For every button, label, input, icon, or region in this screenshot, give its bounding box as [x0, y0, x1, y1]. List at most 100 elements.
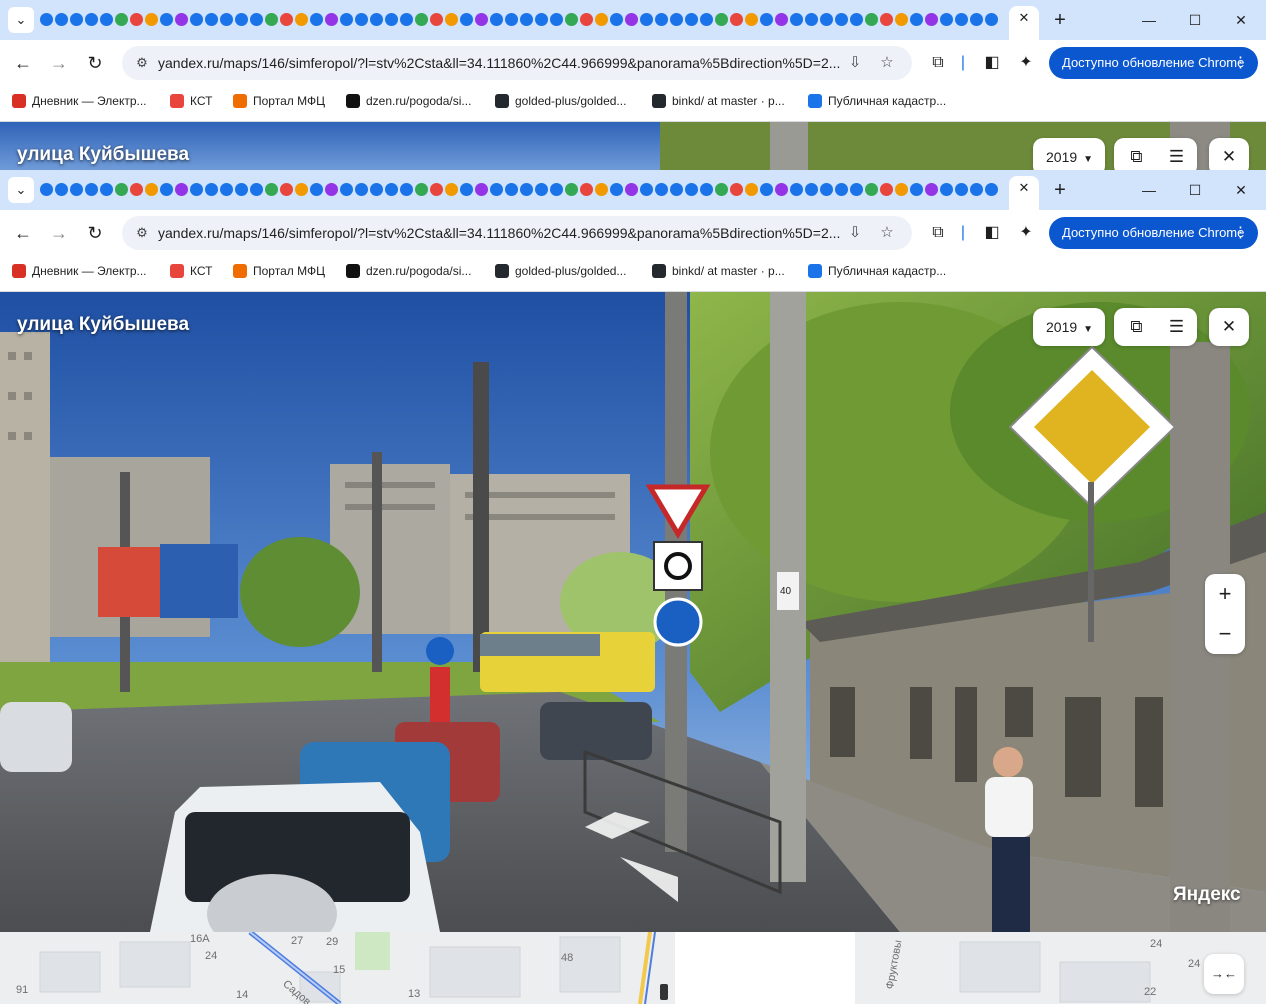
reload-button[interactable]: ↻	[81, 49, 109, 77]
tab-favicon-icon[interactable]	[610, 13, 623, 26]
tab-favicon-icon[interactable]	[955, 183, 968, 196]
minimize-button[interactable]: —	[1126, 6, 1172, 34]
tab-favicon-icon[interactable]	[310, 183, 323, 196]
tab-favicon-icon[interactable]	[250, 183, 263, 196]
tab-favicon-icon[interactable]	[445, 13, 458, 26]
tab-favicon-icon[interactable]	[280, 183, 293, 196]
tab-favicons[interactable]	[40, 181, 1006, 199]
tab-favicon-icon[interactable]	[85, 183, 98, 196]
zoom-in-button[interactable]: +	[1205, 574, 1245, 614]
extensions-icon[interactable]: ⧉	[925, 50, 951, 76]
bookmark-item[interactable]: golded-plus/golded...	[495, 256, 626, 286]
maximize-button[interactable]: ☐	[1172, 6, 1218, 34]
tab-favicon-icon[interactable]	[535, 13, 548, 26]
tab-favicon-icon[interactable]	[55, 13, 68, 26]
tab-favicon-icon[interactable]	[235, 183, 248, 196]
tab-favicon-icon[interactable]	[910, 183, 923, 196]
tab-favicon-icon[interactable]	[790, 13, 803, 26]
tab-favicon-icon[interactable]	[880, 13, 893, 26]
tab-favicons[interactable]	[40, 11, 1006, 29]
tab-favicon-icon[interactable]	[865, 183, 878, 196]
tab-favicon-icon[interactable]	[730, 183, 743, 196]
chrome-update-button[interactable]: Доступно обновление Chrome ⋮	[1049, 217, 1258, 249]
tab-favicon-icon[interactable]	[190, 183, 203, 196]
tab-favicon-icon[interactable]	[820, 13, 833, 26]
tab-search-button[interactable]: ⌄	[8, 177, 34, 203]
tab-favicon-icon[interactable]	[775, 13, 788, 26]
tab-favicon-icon[interactable]	[265, 13, 278, 26]
close-panorama-button[interactable]: ✕	[1209, 308, 1249, 346]
tab-favicon-icon[interactable]	[970, 183, 983, 196]
collapse-map-button[interactable]: →←	[1204, 954, 1244, 994]
bookmark-item[interactable]: Дневник — Электр...	[12, 256, 147, 286]
site-info-icon[interactable]: ⚙	[132, 223, 152, 243]
tab-favicon-icon[interactable]	[640, 183, 653, 196]
tab-favicon-icon[interactable]	[835, 183, 848, 196]
mini-map[interactable]: 16А 24 27 29 15 48 14 13 91 24 24 22 Сад…	[0, 932, 1266, 1004]
tab-favicon-icon[interactable]	[115, 183, 128, 196]
tab-favicon-icon[interactable]	[625, 13, 638, 26]
tab-favicon-icon[interactable]	[955, 13, 968, 26]
tab-favicon-icon[interactable]	[640, 13, 653, 26]
open-external-icon[interactable]: ⧉	[1116, 138, 1157, 170]
tab-favicon-icon[interactable]	[775, 183, 788, 196]
bookmark-item[interactable]: Портал МФЦ	[233, 256, 325, 286]
tab-favicon-icon[interactable]	[310, 13, 323, 26]
tab-favicon-icon[interactable]	[85, 13, 98, 26]
tab-favicon-icon[interactable]	[985, 183, 998, 196]
menu-icon[interactable]: ☰	[1156, 308, 1197, 346]
tab-favicon-icon[interactable]	[100, 13, 113, 26]
tab-favicon-icon[interactable]	[670, 13, 683, 26]
bookmark-item[interactable]: dzen.ru/pogoda/si...	[346, 256, 471, 286]
tab-favicon-icon[interactable]	[760, 13, 773, 26]
address-bar[interactable]: ⚙ yandex.ru/maps/146/simferopol/?l=stv%2…	[122, 46, 912, 80]
open-external-icon[interactable]: ⧉	[1116, 308, 1157, 346]
tab-favicon-icon[interactable]	[505, 13, 518, 26]
tab-favicon-icon[interactable]	[895, 183, 908, 196]
tab-favicon-icon[interactable]	[565, 183, 578, 196]
bookmark-item[interactable]: dzen.ru/pogoda/si...	[346, 86, 471, 116]
tab-favicon-icon[interactable]	[550, 183, 563, 196]
tab-favicon-icon[interactable]	[55, 183, 68, 196]
tab-favicon-icon[interactable]	[595, 183, 608, 196]
tab-favicon-icon[interactable]	[535, 183, 548, 196]
tab-favicon-icon[interactable]	[865, 13, 878, 26]
tab-favicon-icon[interactable]	[820, 183, 833, 196]
tab-favicon-icon[interactable]	[145, 13, 158, 26]
tab-favicon-icon[interactable]	[940, 183, 953, 196]
tab-favicon-icon[interactable]	[340, 13, 353, 26]
tab-favicon-icon[interactable]	[220, 13, 233, 26]
tab-favicon-icon[interactable]	[625, 183, 638, 196]
year-selector[interactable]: 2019 ▼	[1033, 308, 1105, 346]
bookmark-star-icon[interactable]: ☆	[876, 52, 898, 74]
tab-favicon-icon[interactable]	[280, 13, 293, 26]
site-info-icon[interactable]: ⚙	[132, 53, 152, 73]
tab-favicon-icon[interactable]	[925, 13, 938, 26]
tab-favicon-icon[interactable]	[805, 183, 818, 196]
tab-favicon-icon[interactable]	[325, 13, 338, 26]
tab-favicon-icon[interactable]	[250, 13, 263, 26]
tab-favicon-icon[interactable]	[40, 13, 53, 26]
tab-favicon-icon[interactable]	[490, 183, 503, 196]
panorama-view-top[interactable]: улица Куйбышева 2019 ▼ ⧉ ☰ ✕	[0, 122, 1266, 170]
tab-favicon-icon[interactable]	[385, 13, 398, 26]
tab-favicon-icon[interactable]	[100, 183, 113, 196]
tab-favicon-icon[interactable]	[160, 13, 173, 26]
close-panorama-button[interactable]: ✕	[1209, 138, 1249, 170]
tab-favicon-icon[interactable]	[430, 13, 443, 26]
tab-favicon-icon[interactable]	[475, 183, 488, 196]
tab-favicon-icon[interactable]	[130, 13, 143, 26]
tab-favicon-icon[interactable]	[115, 13, 128, 26]
bookmark-item[interactable]: КСТ	[170, 256, 212, 286]
tab-favicon-icon[interactable]	[415, 183, 428, 196]
side-panel-icon[interactable]: ◧	[979, 50, 1005, 76]
tab-favicon-icon[interactable]	[970, 13, 983, 26]
tab-favicon-icon[interactable]	[580, 13, 593, 26]
extensions-icon[interactable]: ⧉	[925, 220, 951, 246]
tab-favicon-icon[interactable]	[565, 13, 578, 26]
tab-favicon-icon[interactable]	[940, 13, 953, 26]
bookmark-item[interactable]: binkd/ at master · p...	[652, 256, 785, 286]
new-tab-button[interactable]: +	[1048, 178, 1072, 202]
install-app-icon[interactable]: ⇩	[844, 52, 866, 74]
tab-favicon-icon[interactable]	[700, 13, 713, 26]
